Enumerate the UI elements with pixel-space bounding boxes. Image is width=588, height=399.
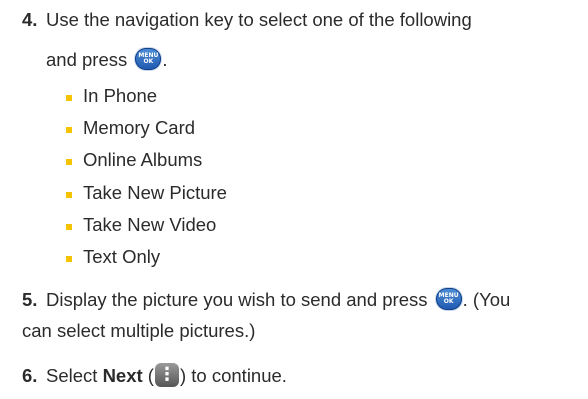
step-text-continued: and press MENU OK . [46,48,168,71]
bullet-icon [66,256,72,262]
bullet-icon [66,95,72,101]
step-text: Use the navigation key to select one of … [46,9,472,30]
step-text: Select Next (⋮) to continue. [46,363,287,388]
step-text-after-key: . (You [462,289,511,310]
step-text-after: ) to continue. [179,365,287,386]
step-text-after-key: . [162,49,168,70]
menu-ok-key-icon: MENU OK [435,288,462,311]
key-label-bottom: OK [443,298,454,306]
step-text-before-key: Display the picture you wish to send and… [46,289,428,310]
next-label: Next [102,365,143,386]
step-text: Display the picture you wish to send and… [46,288,511,311]
bullet-icon [66,159,72,165]
menu-ok-key-icon: MENU OK [135,48,162,71]
option-label: Memory Card [83,117,196,138]
option-label: Take New Picture [83,182,227,203]
next-softkey-icon: ⋮ [154,363,179,388]
option-label: In Phone [83,85,158,106]
bullet-icon [66,224,72,230]
paren-open: ( [142,365,154,386]
step-number: 4. [22,9,38,30]
option-label: Online Albums [83,149,203,170]
step-text-continued: can select multiple pictures.) [22,320,256,341]
vertical-dots-glyph: ⋮ [157,364,176,385]
key-label-bottom: OK [143,58,154,66]
bullet-icon [66,192,72,198]
step-text-before: Select [46,365,98,386]
bullet-icon [66,127,72,133]
step-text-before-key: and press [46,49,128,70]
step-number: 6. [22,365,38,386]
option-label: Take New Video [83,214,217,235]
step-number: 5. [22,289,38,310]
option-label: Text Only [83,246,161,267]
